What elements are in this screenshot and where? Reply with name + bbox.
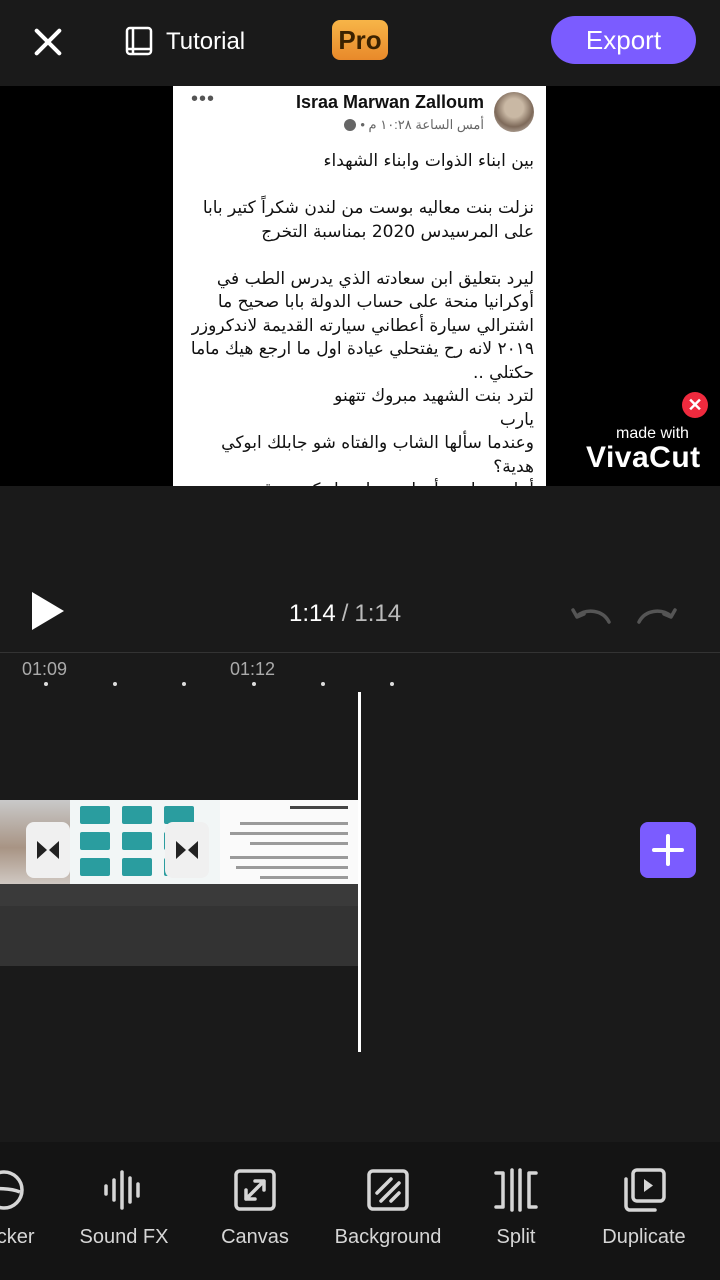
transition-button[interactable] bbox=[165, 822, 209, 878]
tutorial-button[interactable]: Tutorial bbox=[124, 24, 245, 60]
post-paragraph: ليرد بتعليق ابن سعادته الذي يدرس الطب في… bbox=[190, 268, 534, 487]
video-preview[interactable]: ••• Israa Marwan Zalloum أمس الساعة ١٠:٢… bbox=[0, 86, 720, 486]
export-button[interactable]: Export bbox=[551, 16, 696, 64]
tick-label: 01:09 bbox=[22, 659, 68, 679]
playback-controls: 1:14/1:14 bbox=[0, 574, 720, 652]
transition-icon bbox=[37, 841, 59, 859]
tool-sound-fx[interactable]: Sound FX bbox=[60, 1166, 188, 1266]
tool-duplicate[interactable]: Duplicate bbox=[580, 1166, 708, 1266]
tool-split[interactable]: Split bbox=[452, 1166, 580, 1266]
audio-track[interactable] bbox=[0, 906, 358, 966]
background-icon bbox=[367, 1169, 409, 1211]
tick-mark bbox=[44, 682, 48, 686]
canvas-icon bbox=[234, 1169, 276, 1211]
time-display: 1:14/1:14 bbox=[289, 600, 401, 628]
post-screenshot: ••• Israa Marwan Zalloum أمس الساعة ١٠:٢… bbox=[173, 86, 546, 486]
tick-mark bbox=[113, 682, 117, 686]
tick-mark bbox=[321, 682, 325, 686]
transition-icon bbox=[176, 841, 198, 859]
globe-icon bbox=[344, 119, 357, 131]
tool-label: Sound FX bbox=[79, 1226, 169, 1248]
sticker-icon bbox=[0, 1170, 24, 1210]
playhead[interactable] bbox=[358, 692, 361, 1052]
tick-mark bbox=[182, 682, 186, 686]
pro-badge[interactable]: Pro bbox=[332, 20, 388, 60]
tool-background[interactable]: Background bbox=[324, 1166, 452, 1266]
post-author: Israa Marwan Zalloum bbox=[295, 92, 484, 112]
tick-mark bbox=[390, 682, 394, 686]
timeline-ruler[interactable]: 01:09 01:12 bbox=[0, 652, 720, 692]
post-paragraph: بين ابناء الذوات وابناء الشهداء bbox=[323, 151, 534, 171]
post-menu-icon: ••• bbox=[191, 88, 216, 110]
transition-button[interactable] bbox=[26, 822, 70, 878]
split-icon bbox=[494, 1168, 538, 1212]
timeline-tracks[interactable] bbox=[0, 692, 720, 1142]
tool-label: Split bbox=[496, 1226, 536, 1248]
clip-strip bbox=[0, 884, 358, 906]
undo-icon[interactable] bbox=[569, 604, 613, 626]
tick-label: 01:12 bbox=[230, 659, 276, 679]
redo-icon[interactable] bbox=[635, 604, 679, 626]
bottom-toolbar: Sticker Sound FX Canvas Background bbox=[0, 1142, 720, 1280]
remove-watermark-icon[interactable]: ✕ bbox=[682, 392, 708, 418]
duplicate-icon bbox=[624, 1168, 666, 1212]
tool-label: Background bbox=[334, 1226, 442, 1248]
tick-mark bbox=[252, 682, 256, 686]
add-clip-button[interactable] bbox=[640, 822, 696, 878]
sound-fx-icon bbox=[104, 1170, 140, 1210]
watermark-brand: VivaCut bbox=[586, 441, 701, 474]
tool-sticker[interactable]: Sticker bbox=[0, 1166, 68, 1266]
tutorial-label: Tutorial bbox=[166, 28, 246, 55]
avatar bbox=[494, 92, 534, 132]
post-body: بين ابناء الذوات وابناء الشهداء نزلت بنت… bbox=[184, 150, 534, 486]
close-icon[interactable] bbox=[28, 22, 68, 62]
top-bar: Tutorial Pro Export bbox=[0, 0, 720, 86]
post-paragraph: نزلت بنت معاليه بوست من لندن شكراً كتير … bbox=[202, 198, 534, 242]
tool-label: Sticker bbox=[0, 1226, 35, 1248]
time-separator: / bbox=[341, 600, 349, 627]
tool-label: Canvas bbox=[221, 1226, 289, 1248]
tool-label: Duplicate bbox=[602, 1226, 686, 1248]
play-icon[interactable] bbox=[32, 592, 64, 630]
book-icon bbox=[125, 26, 153, 56]
tool-canvas[interactable]: Canvas bbox=[191, 1166, 319, 1266]
post-time: أمس الساعة ١٠:٢٨ م • bbox=[344, 117, 484, 133]
current-time: 1:14 bbox=[289, 600, 336, 627]
total-time: 1:14 bbox=[354, 600, 402, 627]
post-time-text: أمس الساعة ١٠:٢٨ م • bbox=[360, 117, 484, 132]
